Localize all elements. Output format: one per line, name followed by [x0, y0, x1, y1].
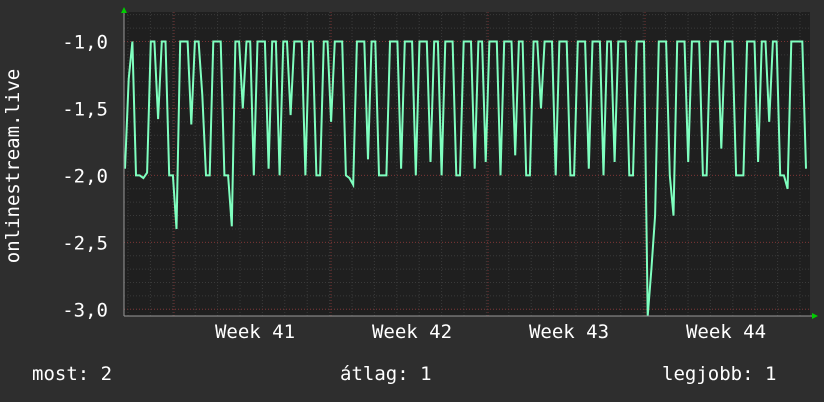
- y-tick-label: -1,0: [62, 31, 108, 53]
- y-tick-label: -2,0: [62, 165, 108, 187]
- x-tick-label: Week 44: [686, 321, 766, 343]
- x-axis-arrow-icon: [812, 313, 818, 319]
- legend-best: legjobb: 1: [662, 363, 777, 385]
- y-tick-label: -3,0: [62, 299, 108, 321]
- y-axis-label: onlinestream.live: [2, 68, 24, 264]
- y-axis-arrow-icon: [121, 7, 127, 13]
- y-tick-label: -1,5: [62, 98, 108, 120]
- x-tick-labels: Week 41 Week 42 Week 43 Week 44: [215, 321, 766, 343]
- y-tick-labels: -1,0 -1,5 -2,0 -2,5 -3,0: [62, 31, 108, 321]
- y-tick-label: -2,5: [62, 232, 108, 254]
- x-tick-label: Week 41: [215, 321, 295, 343]
- legend-average: átlag: 1: [340, 363, 432, 385]
- legend-current: most: 2: [32, 363, 113, 385]
- x-tick-label: Week 42: [372, 321, 452, 343]
- x-tick-label: Week 43: [529, 321, 609, 343]
- chart-canvas: -1,0-1,5-2,0-2,5-3,0 Week 41 Week 42 Week …: [62, 7, 818, 343]
